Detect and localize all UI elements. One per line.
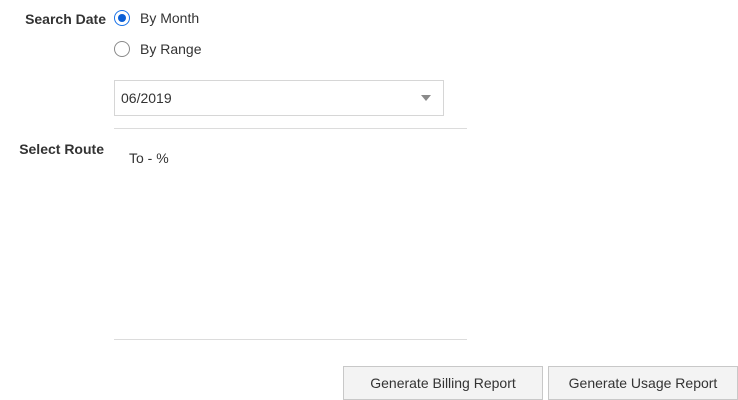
generate-usage-report-button[interactable]: Generate Usage Report xyxy=(548,366,738,400)
generate-billing-report-button[interactable]: Generate Billing Report xyxy=(343,366,543,400)
route-list[interactable]: To - % xyxy=(114,128,467,340)
by-range-option[interactable]: By Range xyxy=(114,41,201,57)
by-month-radio[interactable] xyxy=(114,10,130,26)
month-select-value: 06/2019 xyxy=(121,90,172,106)
by-month-option[interactable]: By Month xyxy=(114,10,199,26)
select-route-label: Select Route xyxy=(19,141,104,157)
by-range-label: By Range xyxy=(140,41,202,57)
by-range-radio[interactable] xyxy=(114,41,130,57)
by-month-label: By Month xyxy=(140,10,200,26)
chevron-down-icon[interactable] xyxy=(421,95,431,101)
month-select[interactable]: 06/2019 xyxy=(114,80,444,116)
route-list-item[interactable]: To - % xyxy=(129,150,169,166)
search-date-label: Search Date xyxy=(25,11,106,27)
